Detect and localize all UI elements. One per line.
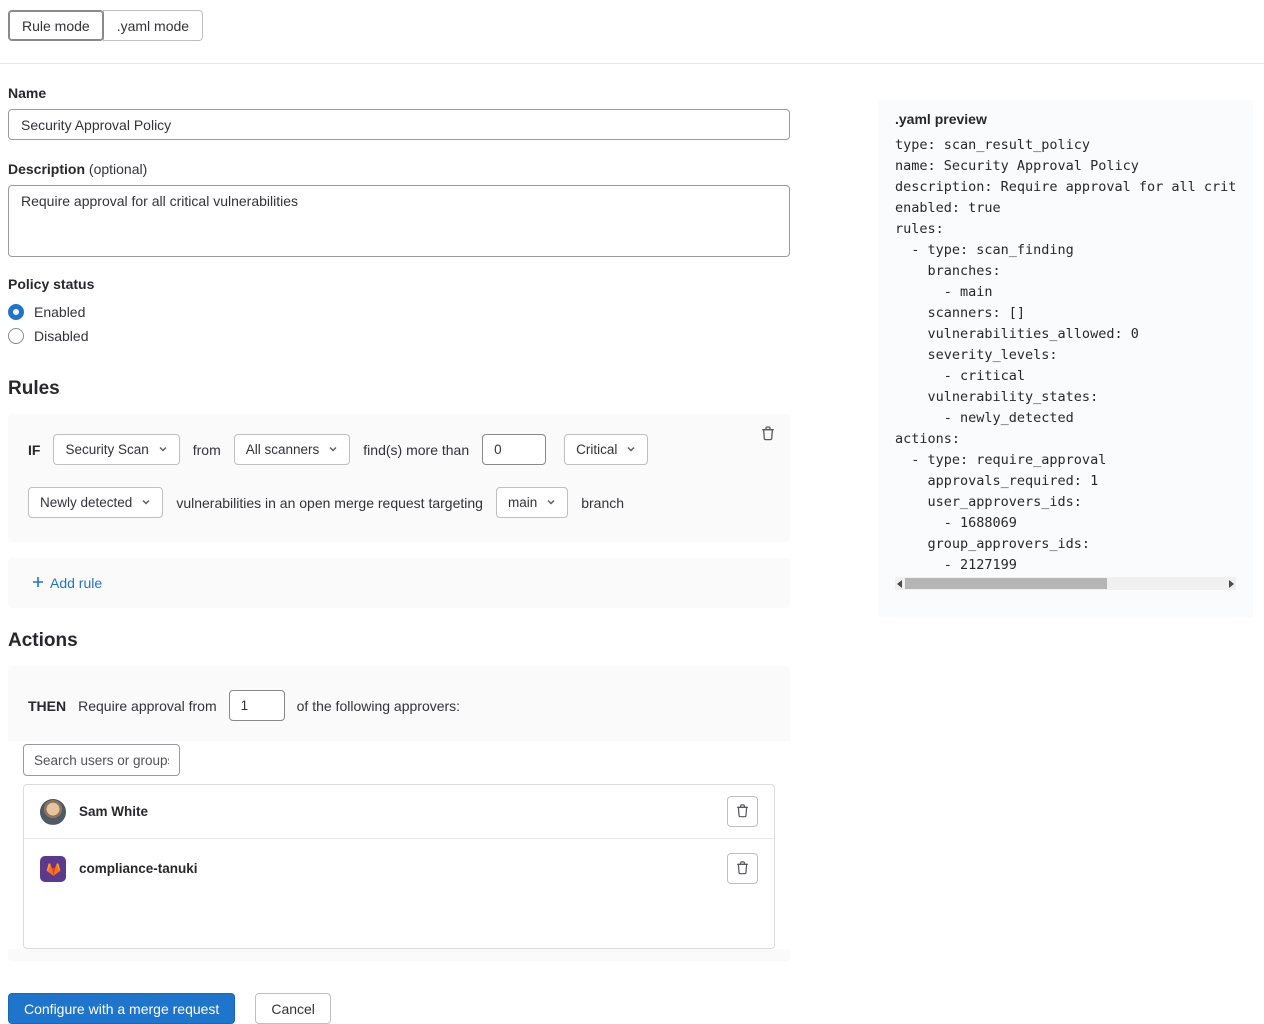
status-option-disabled[interactable]: Disabled	[8, 324, 790, 348]
approver-list: Sam White	[23, 784, 775, 949]
description-label-text: Description	[8, 161, 85, 177]
yaml-preview-panel: .yaml preview type: scan_result_policy n…	[878, 100, 1253, 617]
scroll-left-arrow-icon[interactable]	[897, 580, 902, 588]
scrollbar-thumb[interactable]	[905, 578, 1107, 589]
finds-more-than-label: find(s) more than	[363, 442, 469, 458]
from-label: from	[193, 442, 221, 458]
cancel-button[interactable]: Cancel	[255, 993, 331, 1024]
action-card: THEN Require approval from of the follow…	[8, 666, 790, 961]
branch-value: main	[508, 495, 537, 510]
require-approval-label: Require approval from	[78, 698, 217, 714]
scanners-dropdown[interactable]: All scanners	[234, 434, 351, 465]
severity-value: Critical	[576, 442, 617, 457]
trash-icon	[760, 429, 776, 444]
trash-icon	[735, 803, 750, 821]
configure-merge-request-button[interactable]: Configure with a merge request	[8, 993, 235, 1024]
chevron-down-icon	[546, 495, 556, 510]
search-users-groups-input[interactable]	[23, 744, 180, 776]
state-value: Newly detected	[40, 495, 132, 510]
approvers-section: Sam White	[8, 741, 790, 949]
rules-heading: Rules	[8, 378, 790, 400]
horizontal-scrollbar[interactable]	[895, 577, 1236, 590]
approver-name: Sam White	[79, 804, 148, 819]
approver-row-compliance-tanuki: compliance-tanuki	[24, 839, 774, 898]
remove-approver-button[interactable]	[727, 853, 758, 884]
form-footer: Configure with a merge request Cancel	[8, 993, 1264, 1024]
mode-switcher: Rule mode .yaml mode	[8, 10, 1264, 41]
group-avatar-tanuki	[40, 856, 66, 882]
chevron-down-icon	[328, 442, 338, 457]
chevron-down-icon	[141, 495, 151, 510]
remove-approver-button[interactable]	[727, 796, 758, 827]
policy-status-label: Policy status	[8, 276, 790, 292]
if-label: IF	[28, 442, 40, 458]
radio-enabled-label: Enabled	[34, 304, 85, 320]
rule-row-1: IF Security Scan from All scanners find(…	[28, 434, 770, 465]
targeting-label: vulnerabilities in an open merge request…	[176, 495, 483, 511]
scrollbar-track[interactable]	[905, 578, 1226, 589]
scan-type-value: Security Scan	[65, 442, 148, 457]
vulnerabilities-allowed-input[interactable]	[482, 434, 546, 465]
add-rule-button[interactable]: Add rule	[31, 575, 102, 592]
yaml-preview-title: .yaml preview	[895, 111, 1236, 127]
yaml-code: type: scan_result_policy name: Security …	[895, 135, 1236, 576]
then-label: THEN	[28, 698, 66, 714]
branch-label: branch	[581, 495, 624, 511]
tab-yaml-mode[interactable]: .yaml mode	[103, 10, 203, 41]
name-input[interactable]	[8, 109, 790, 140]
status-option-enabled[interactable]: Enabled	[8, 300, 790, 324]
approver-name: compliance-tanuki	[79, 861, 198, 876]
vulnerability-state-dropdown[interactable]: Newly detected	[28, 487, 163, 518]
then-row: THEN Require approval from of the follow…	[8, 690, 790, 721]
radio-enabled-icon[interactable]	[8, 304, 24, 320]
rule-card: IF Security Scan from All scanners find(…	[8, 414, 790, 542]
actions-heading: Actions	[8, 630, 790, 652]
chevron-down-icon	[626, 442, 636, 457]
add-rule-card: Add rule	[8, 558, 790, 608]
trash-icon	[735, 860, 750, 878]
add-rule-label: Add rule	[50, 575, 102, 591]
severity-dropdown[interactable]: Critical	[564, 434, 648, 465]
rule-row-2: Newly detected vulnerabilities in an ope…	[28, 487, 770, 518]
approver-row-sam-white: Sam White	[24, 785, 774, 839]
of-approvers-label: of the following approvers:	[297, 698, 460, 714]
scanners-value: All scanners	[246, 442, 320, 457]
scan-type-dropdown[interactable]: Security Scan	[53, 434, 179, 465]
scroll-right-arrow-icon[interactable]	[1229, 580, 1234, 588]
delete-rule-button[interactable]	[758, 423, 778, 443]
policy-editor-form: Name Description (optional) Require appr…	[8, 85, 790, 961]
plus-icon	[31, 575, 45, 592]
description-label: Description (optional)	[8, 161, 790, 177]
approvals-required-input[interactable]	[229, 690, 285, 721]
radio-disabled-label: Disabled	[34, 328, 88, 344]
description-input[interactable]: Require approval for all critical vulner…	[8, 185, 790, 257]
chevron-down-icon	[158, 442, 168, 457]
header-divider	[0, 63, 1264, 64]
description-optional-text: (optional)	[89, 161, 147, 177]
name-label: Name	[8, 85, 790, 101]
radio-disabled-icon[interactable]	[8, 328, 24, 344]
branch-dropdown[interactable]: main	[496, 487, 568, 518]
user-avatar	[40, 799, 66, 825]
tab-rule-mode[interactable]: Rule mode	[8, 10, 104, 41]
